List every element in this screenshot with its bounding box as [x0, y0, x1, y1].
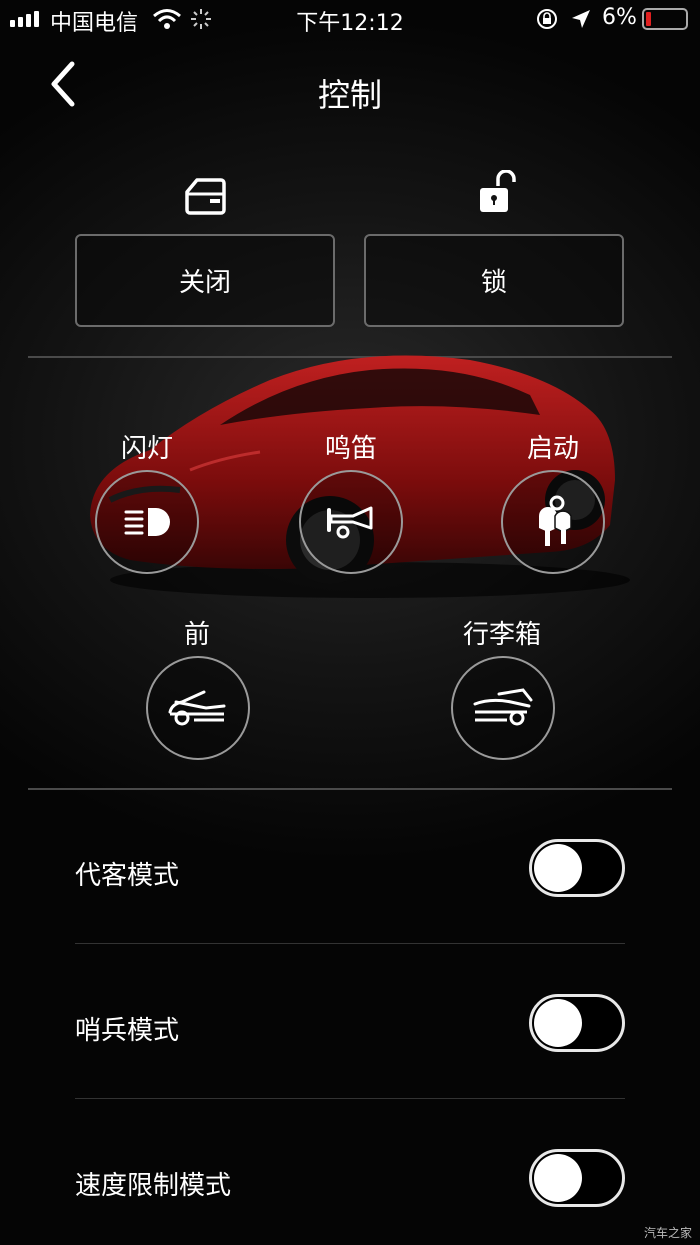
trunk-button[interactable] [451, 656, 555, 760]
horn-icon [327, 506, 373, 539]
door-icon [185, 178, 226, 215]
trunk-label: 行李箱 [462, 620, 541, 650]
remote-start-button[interactable] [501, 470, 605, 574]
honk-horn-label: 鸣笛 [324, 434, 377, 464]
sentry-mode-label: 哨兵模式 [75, 1016, 180, 1046]
row-divider [75, 1098, 625, 1099]
remote-start-label: 启动 [526, 434, 579, 464]
flash-lights-button[interactable] [95, 470, 199, 574]
battery-icon [642, 8, 688, 30]
page-title: 控制 [317, 76, 382, 114]
location-arrow-icon [572, 10, 590, 28]
close-button[interactable]: 关闭 [75, 234, 335, 327]
frunk-icon [168, 690, 226, 726]
honk-horn-button[interactable] [299, 470, 403, 574]
valet-mode-label: 代客模式 [75, 861, 180, 891]
speed-limit-mode-label: 速度限制模式 [75, 1171, 232, 1201]
valet-mode-toggle[interactable] [529, 839, 625, 897]
flash-lights-label: 闪灯 [120, 434, 173, 464]
headlight-icon [124, 508, 170, 536]
battery-percent: 6% [602, 5, 637, 30]
unlocked-icon [480, 170, 516, 212]
clock: 下午12:12 [296, 11, 404, 36]
section-divider [28, 788, 672, 790]
frunk-button[interactable] [146, 656, 250, 760]
trunk-icon [473, 688, 533, 726]
row-divider [75, 943, 625, 944]
keys-icon [539, 495, 572, 546]
lock-button[interactable]: 锁 [364, 234, 624, 327]
rotation-lock-icon [537, 9, 557, 29]
watermark: 汽车之家 [643, 1226, 692, 1240]
status-bar: 中国电信 下午12:12 6% [0, 0, 700, 38]
sentry-mode-toggle[interactable] [529, 994, 625, 1052]
frunk-label: 前 [183, 620, 210, 650]
speed-limit-mode-toggle[interactable] [529, 1149, 625, 1207]
